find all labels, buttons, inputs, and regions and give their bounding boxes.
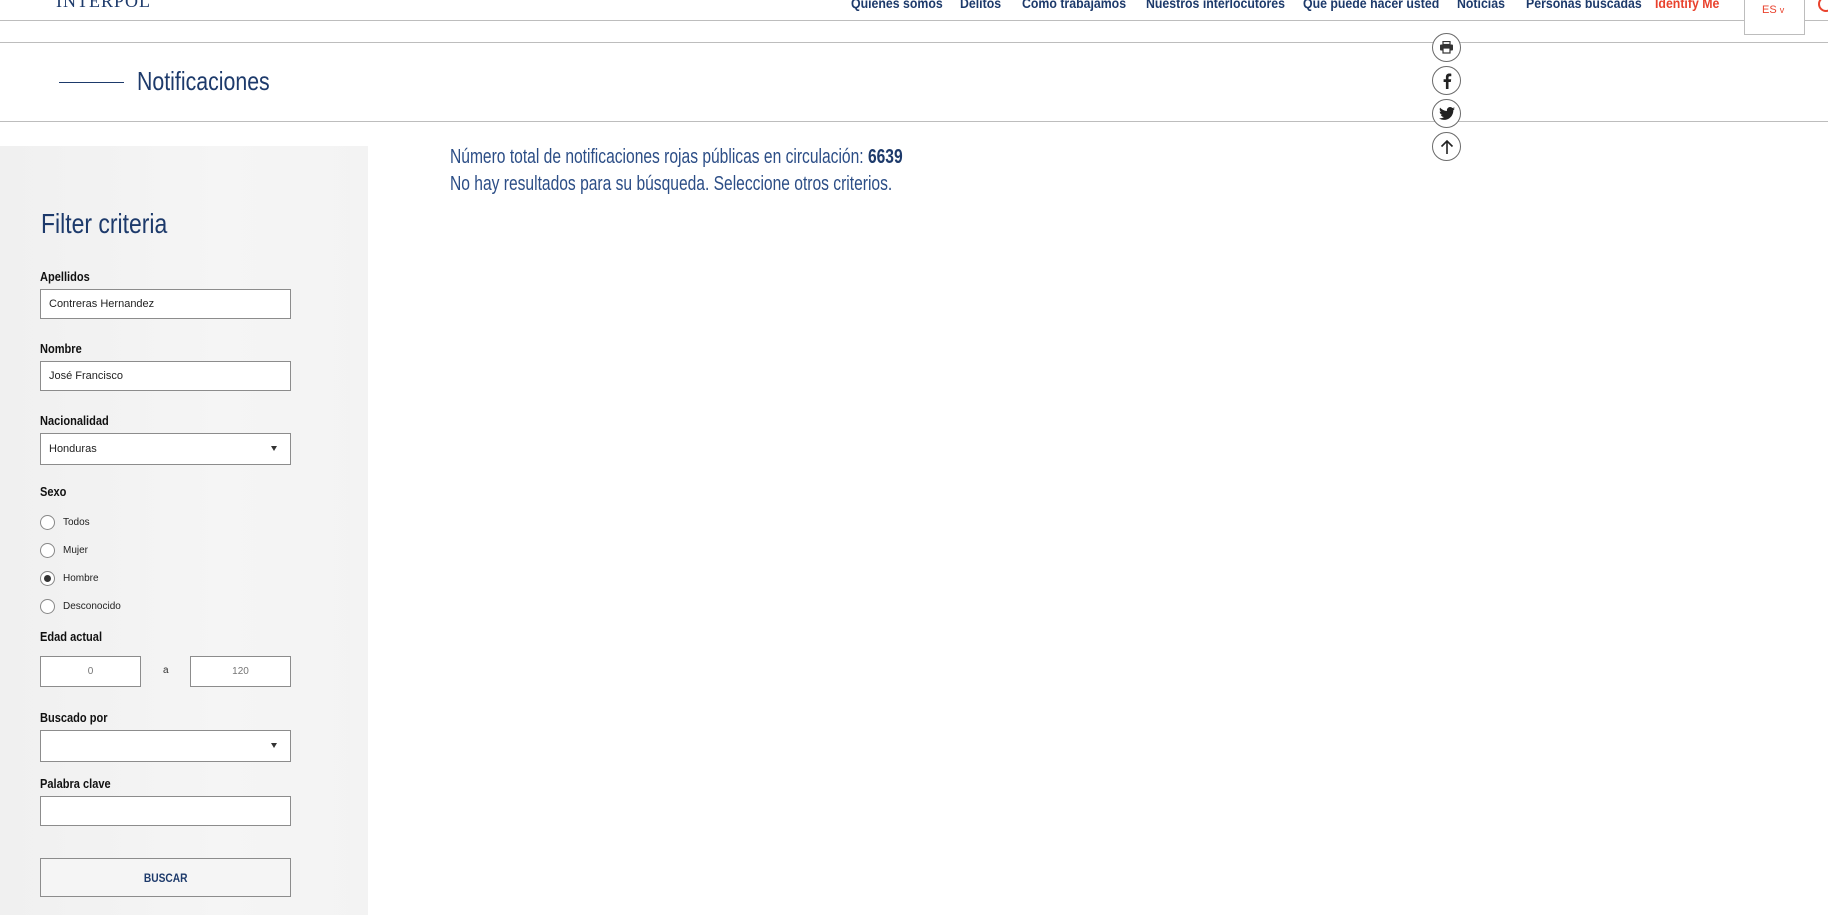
search-icon[interactable] <box>1818 0 1828 12</box>
nav-item-noticias[interactable]: Noticias <box>1457 0 1505 11</box>
nationality-select[interactable]: Honduras <box>40 433 291 465</box>
surname-label: Apellidos <box>40 269 90 284</box>
results-summary: Número total de notificaciones rojas púb… <box>450 144 903 198</box>
no-results-message: No hay resultados para su búsqueda. Sele… <box>450 173 893 195</box>
radio-hombre[interactable] <box>40 570 55 586</box>
nav-item-quienes-somos[interactable]: Quiénes somos <box>851 0 943 11</box>
facebook-share-button[interactable] <box>1432 66 1461 95</box>
surname-input[interactable] <box>40 289 291 319</box>
arrow-up-icon <box>1440 139 1453 154</box>
nationality-value: Honduras <box>49 443 97 455</box>
title-divider <box>0 121 1828 122</box>
language-code: ES <box>1762 4 1777 16</box>
radio-label-hombre: Hombre <box>63 572 99 584</box>
age-separator: a <box>163 665 169 676</box>
caret-down-icon <box>271 743 277 748</box>
age-label: Edad actual <box>40 629 103 644</box>
nationality-label: Nacionalidad <box>40 413 109 428</box>
print-button[interactable] <box>1432 33 1461 62</box>
total-notices-line: Número total de notificaciones rojas púb… <box>450 144 903 171</box>
radio-label-todos: Todos <box>63 516 90 528</box>
twitter-icon <box>1438 107 1455 120</box>
filter-title: Filter criteria <box>41 208 168 239</box>
sex-option-hombre[interactable]: Hombre <box>40 570 99 586</box>
search-button[interactable]: BUSCAR <box>40 858 291 897</box>
wanted-by-select[interactable] <box>40 730 291 762</box>
sex-option-todos[interactable]: Todos <box>40 514 90 530</box>
facebook-icon <box>1443 73 1451 89</box>
age-max-input[interactable] <box>190 656 291 687</box>
nav-item-que-puede-hacer-usted[interactable]: Qué puede hacer usted <box>1303 0 1439 11</box>
caret-down-icon <box>271 446 277 451</box>
radio-label-desconocido: Desconocido <box>63 600 121 612</box>
total-notices-text: Número total de notificaciones rojas púb… <box>450 146 868 168</box>
sex-option-desconocido[interactable]: Desconocido <box>40 598 121 614</box>
search-button-label: BUSCAR <box>143 870 188 885</box>
age-min-input[interactable] <box>40 656 141 687</box>
radio-label-mujer: Mujer <box>63 544 89 556</box>
nav-item-como-trabajamos[interactable]: Cómo trabajamos <box>1022 0 1126 11</box>
title-decoration-line <box>59 82 124 83</box>
nav-item-delitos[interactable]: Delitos <box>960 0 1001 11</box>
twitter-share-button[interactable] <box>1432 99 1461 128</box>
top-navigation: INTERPOL Quiénes somos Delitos Cómo trab… <box>0 0 1828 21</box>
interpol-logo[interactable]: INTERPOL <box>56 0 151 12</box>
page-title: Notificaciones <box>137 66 270 96</box>
chevron-down-icon: v <box>1779 5 1785 15</box>
printer-icon <box>1440 41 1453 54</box>
sex-label: Sexo <box>40 484 67 499</box>
keyword-label: Palabra clave <box>40 776 111 791</box>
keyword-input[interactable] <box>40 796 291 826</box>
radio-mujer[interactable] <box>40 542 55 558</box>
language-selector[interactable]: ES v <box>1744 0 1805 35</box>
nav-item-identify-me[interactable]: Identify Me <box>1655 0 1719 11</box>
nav-item-nuestros-interlocutores[interactable]: Nuestros interlocutores <box>1146 0 1285 11</box>
sex-option-mujer[interactable]: Mujer <box>40 542 88 558</box>
scroll-to-top-button[interactable] <box>1432 132 1461 161</box>
total-notices-count: 6639 <box>867 146 903 168</box>
header-divider <box>0 42 1828 43</box>
name-input[interactable] <box>40 361 291 391</box>
name-label: Nombre <box>40 341 82 356</box>
radio-desconocido[interactable] <box>40 598 55 614</box>
nav-item-personas-buscadas[interactable]: Personas buscadas <box>1526 0 1642 11</box>
wanted-by-label: Buscado por <box>40 710 108 725</box>
radio-todos[interactable] <box>40 514 55 530</box>
